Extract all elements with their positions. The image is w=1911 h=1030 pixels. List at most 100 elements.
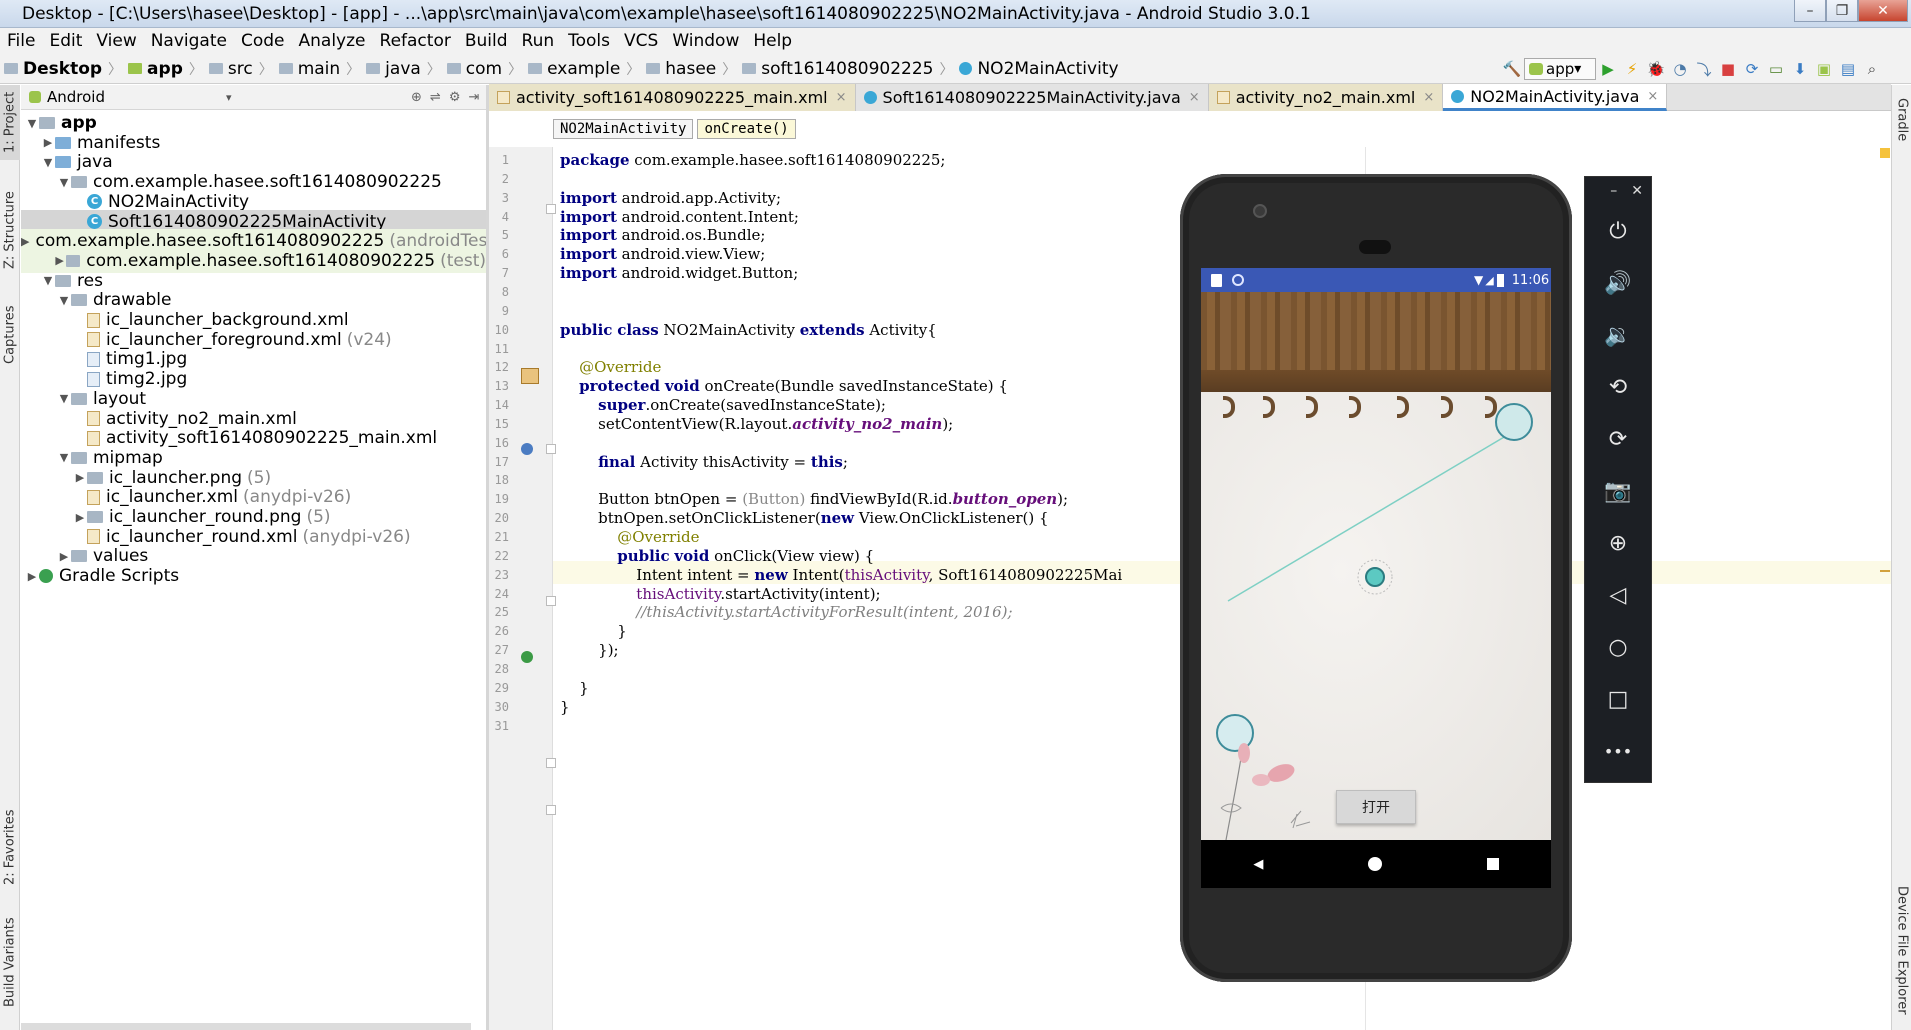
open-button[interactable]: 打开 [1336, 790, 1416, 824]
warning-marker-icon[interactable] [1880, 148, 1890, 158]
scroll-from-source-icon[interactable]: ⊕ [411, 90, 422, 105]
lock-node[interactable] [1495, 403, 1533, 441]
emulator-home-icon[interactable]: ○ [1585, 621, 1651, 673]
menu-code[interactable]: Code [234, 31, 292, 51]
menu-refactor[interactable]: Refactor [373, 31, 458, 51]
project-view-select[interactable]: Android [47, 88, 105, 106]
project-structure-icon[interactable]: ▤ [1836, 58, 1860, 80]
tree-expand-icon[interactable]: ▼ [57, 176, 71, 189]
breadcrumb-item[interactable]: NO2MainActivity [955, 59, 1119, 79]
sdk-manager-icon[interactable]: ⬇ [1788, 58, 1812, 80]
search-everywhere-icon[interactable]: ⌕ [1860, 58, 1884, 80]
sync-gradle-icon[interactable]: ⟳ [1740, 58, 1764, 80]
lock-node[interactable] [1365, 567, 1385, 587]
close-tab-icon[interactable]: × [1423, 90, 1434, 105]
tree-expand-icon[interactable]: ▶ [73, 471, 87, 484]
emulator-power-icon[interactable]: ⏻ [1585, 205, 1651, 257]
emulator-minimize-icon[interactable]: – [1610, 183, 1617, 199]
hide-panel-icon[interactable]: ⇥ [468, 90, 479, 105]
emulator-overview-icon[interactable]: □ [1585, 673, 1651, 725]
override-method-icon[interactable] [521, 443, 533, 455]
menu-build[interactable]: Build [458, 31, 515, 51]
layout-resource-icon[interactable] [521, 368, 539, 384]
emulator-more-icon[interactable]: ••• [1585, 725, 1651, 777]
android-device-monitor-icon[interactable]: ▣ [1812, 58, 1836, 80]
nav-home-icon[interactable] [1367, 857, 1382, 871]
editor-tab[interactable]: Soft1614080902225MainActivity.java × [855, 84, 1209, 111]
breadcrumb-method[interactable]: onCreate() [697, 119, 796, 139]
menu-file[interactable]: File [0, 31, 42, 51]
tree-expand-icon[interactable]: ▼ [41, 274, 55, 287]
emulator-volume-down-icon[interactable]: 🔉 [1585, 309, 1651, 361]
close-button[interactable]: ✕ [1858, 0, 1908, 22]
tree-expand-icon[interactable]: ▶ [73, 511, 87, 524]
menu-help[interactable]: Help [746, 31, 799, 51]
fold-marker-icon[interactable] [546, 758, 556, 768]
tool-tab-project[interactable]: 1: Project [0, 85, 20, 160]
nav-overview-icon[interactable] [1486, 858, 1499, 870]
tool-tab-build-variants[interactable]: Build Variants [0, 910, 20, 1015]
editor-tab[interactable]: NO2MainActivity.java × [1443, 84, 1668, 111]
editor-tab[interactable]: activity_no2_main.xml × [1208, 84, 1444, 111]
breadcrumb-item[interactable]: example 〉 [524, 59, 640, 79]
nav-back-icon[interactable]: ◀ [1253, 857, 1263, 872]
emulator-volume-up-icon[interactable]: 🔊 [1585, 257, 1651, 309]
pattern-lock-graphic[interactable] [1201, 268, 1551, 840]
tool-tab-captures[interactable]: Captures [0, 297, 20, 372]
fold-marker-icon[interactable] [546, 444, 556, 454]
tool-tab-structure[interactable]: Z: Structure [0, 185, 20, 275]
breadcrumb-item[interactable]: java 〉 [362, 59, 441, 79]
profile-icon[interactable]: ◔ [1668, 58, 1692, 80]
collapse-all-icon[interactable]: ⇌ [430, 90, 441, 105]
tree-expand-icon[interactable]: ▶ [21, 235, 29, 248]
tree-expand-icon[interactable]: ▼ [57, 392, 71, 405]
menu-run[interactable]: Run [515, 31, 562, 51]
tree-expand-icon[interactable]: ▼ [57, 451, 71, 464]
tree-expand-icon[interactable]: ▼ [25, 117, 39, 130]
tree-item[interactable]: ▶ Gradle Scripts [21, 564, 486, 588]
fold-marker-icon[interactable] [546, 596, 556, 606]
debug-icon[interactable]: 🐞 [1644, 58, 1668, 80]
tree-expand-icon[interactable]: ▶ [25, 570, 39, 583]
avd-manager-icon[interactable]: ▭ [1764, 58, 1788, 80]
menu-analyze[interactable]: Analyze [292, 31, 373, 51]
close-tab-icon[interactable]: × [1647, 89, 1658, 104]
emulator-rotate-left-icon[interactable]: ⟲ [1585, 361, 1651, 413]
breadcrumb-item[interactable]: com 〉 [443, 59, 522, 79]
emulator-zoom-icon[interactable]: ⊕ [1585, 517, 1651, 569]
breadcrumb-item[interactable]: Desktop 〉 [0, 59, 122, 79]
apply-changes-icon[interactable]: ⚡ [1620, 58, 1644, 80]
tool-tab-device-file-explorer[interactable]: Device File Explorer [1892, 875, 1911, 1025]
menu-edit[interactable]: Edit [42, 31, 89, 51]
breadcrumb-item[interactable]: main 〉 [275, 59, 360, 79]
fold-marker-icon[interactable] [546, 805, 556, 815]
run-config-select[interactable]: app ▾ [1524, 58, 1596, 80]
breadcrumb-class[interactable]: NO2MainActivity [553, 119, 694, 139]
tool-tab-favorites[interactable]: 2: Favorites [0, 805, 20, 890]
maximize-button[interactable]: ❐ [1826, 0, 1858, 22]
menu-navigate[interactable]: Navigate [144, 31, 234, 51]
emulator-screen[interactable]: ▼ ◢ 11:06 打开 [1201, 268, 1551, 840]
tree-expand-icon[interactable]: ▶ [57, 550, 71, 563]
close-tab-icon[interactable]: × [1189, 90, 1200, 105]
breadcrumb-item[interactable]: src 〉 [205, 59, 273, 79]
emulator-rotate-right-icon[interactable]: ⟳ [1585, 413, 1651, 465]
run-icon[interactable]: ▶ [1596, 58, 1620, 80]
project-tree-scrollbar[interactable] [21, 1023, 471, 1030]
attach-debugger-icon[interactable]: ⤵ [1692, 58, 1716, 80]
make-project-icon[interactable]: 🔨 [1500, 58, 1524, 80]
tree-expand-icon[interactable]: ▼ [57, 294, 71, 307]
fold-marker-icon[interactable] [546, 204, 556, 214]
breadcrumb-item[interactable]: soft1614080902225 〉 [738, 59, 953, 79]
tool-tab-gradle[interactable]: Gradle [1892, 85, 1911, 155]
tree-expand-icon[interactable]: ▶ [41, 136, 55, 149]
menu-vcs[interactable]: VCS [617, 31, 665, 51]
emulator-camera-icon[interactable]: 📷 [1585, 465, 1651, 517]
breadcrumb-item[interactable]: hasee 〉 [642, 59, 736, 79]
editor-tab[interactable]: activity_soft1614080902225_main.xml × [489, 84, 856, 111]
menu-view[interactable]: View [89, 31, 143, 51]
menu-tools[interactable]: Tools [561, 31, 617, 51]
stop-icon[interactable]: ■ [1716, 58, 1740, 80]
tree-expand-icon[interactable]: ▼ [41, 156, 55, 169]
breadcrumb-item[interactable]: app 〉 [124, 59, 203, 79]
